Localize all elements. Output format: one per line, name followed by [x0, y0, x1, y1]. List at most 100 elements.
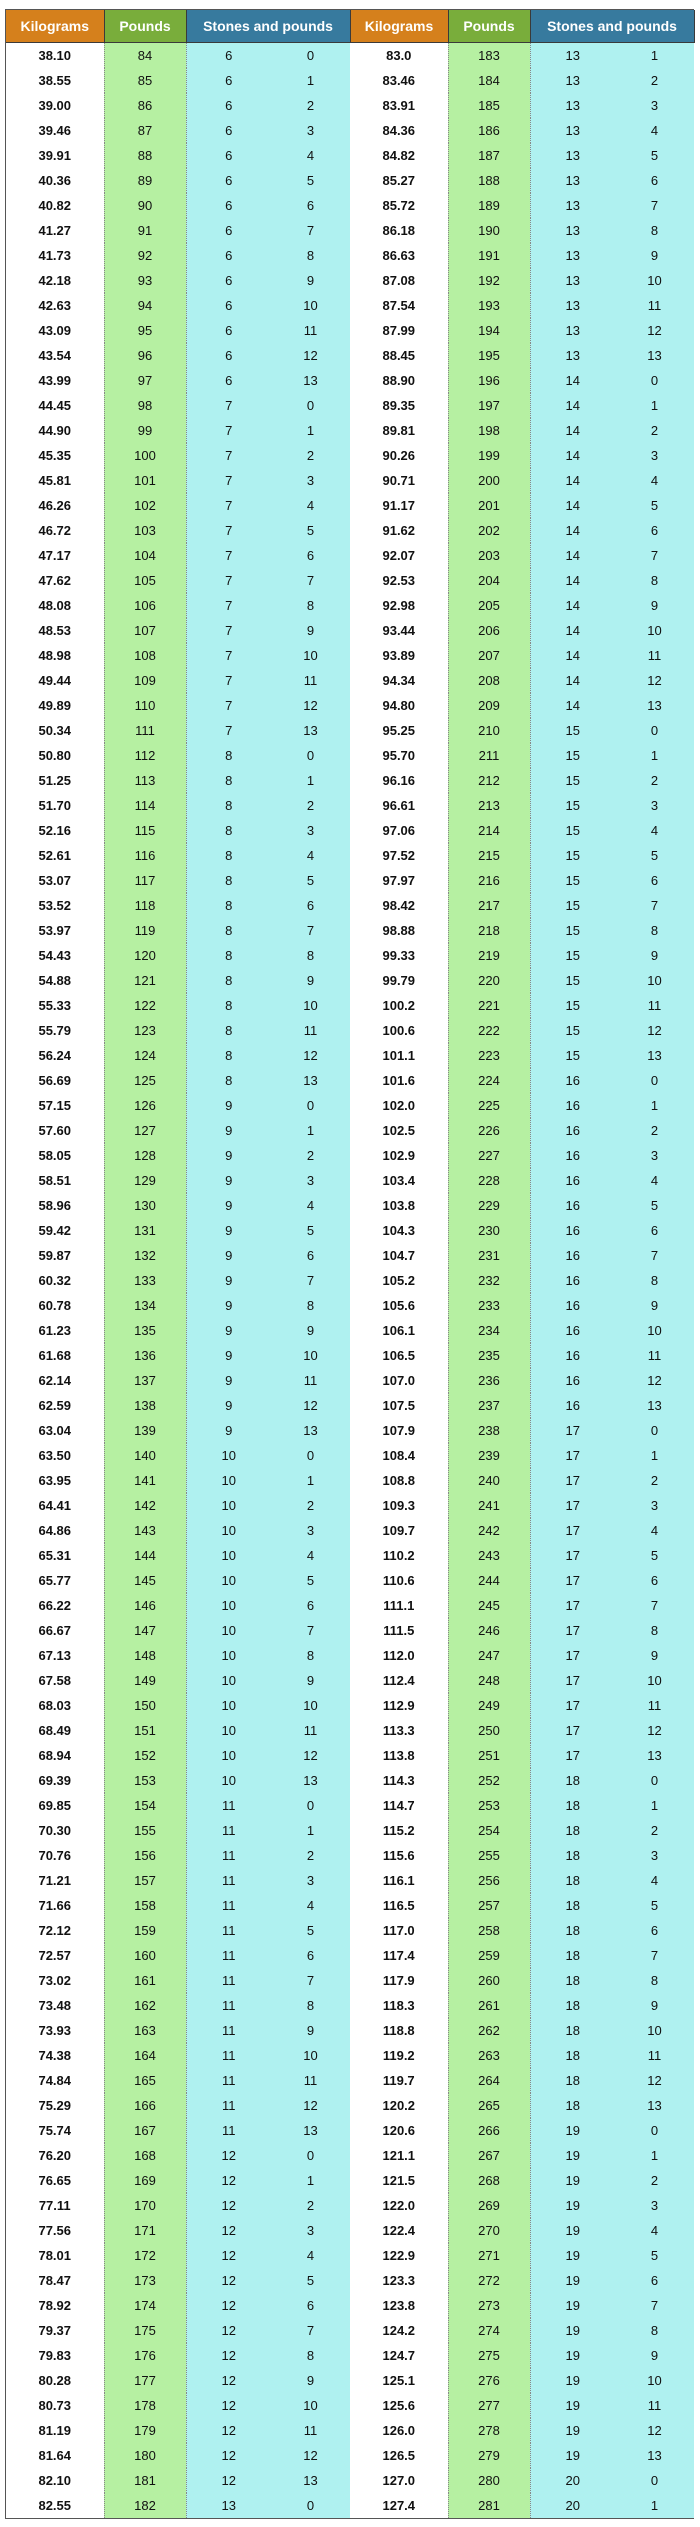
right-pounds-cell: 228: [448, 1168, 531, 1193]
left-kilograms-cell: 62.59: [6, 1393, 105, 1418]
right-remainder-pounds-cell: 1: [615, 2143, 695, 2168]
right-kilograms-cell: 96.61: [350, 793, 449, 818]
left-stones-cell: 12: [186, 2393, 271, 2418]
left-stones-cell: 9: [186, 1218, 271, 1243]
table-row: 77.11 170 12 2 122.0 269 19 3: [6, 2193, 695, 2218]
left-stones-cell: 10: [186, 1718, 271, 1743]
right-stones-cell: 16: [530, 1243, 616, 1268]
left-pounds-cell: 160: [104, 1943, 187, 1968]
right-stones-cell: 13: [530, 42, 616, 68]
left-pounds-cell: 179: [104, 2418, 187, 2443]
left-stones-cell: 6: [186, 168, 271, 193]
left-kilograms-cell: 81.19: [6, 2418, 105, 2443]
left-pounds-cell: 89: [104, 168, 187, 193]
left-kilograms-cell: 44.90: [6, 418, 105, 443]
right-kilograms-cell: 117.0: [350, 1918, 449, 1943]
left-kilograms-cell: 80.28: [6, 2368, 105, 2393]
left-stones-cell: 11: [186, 1893, 271, 1918]
left-kilograms-cell: 56.24: [6, 1043, 105, 1068]
right-stones-cell: 15: [530, 818, 616, 843]
left-remainder-pounds-cell: 0: [271, 393, 351, 418]
right-stones-cell: 16: [530, 1093, 616, 1118]
left-kilograms-cell: 59.42: [6, 1218, 105, 1243]
left-kilograms-cell: 68.49: [6, 1718, 105, 1743]
right-kilograms-cell: 87.54: [350, 293, 449, 318]
right-stones-cell: 19: [530, 2168, 616, 2193]
table-row: 39.91 88 6 4 84.82 187 13 5: [6, 143, 695, 168]
right-remainder-pounds-cell: 4: [615, 468, 695, 493]
right-kilograms-cell: 127.4: [350, 2493, 449, 2518]
right-pounds-cell: 215: [448, 843, 531, 868]
left-pounds-cell: 115: [104, 818, 187, 843]
right-stones-cell: 14: [530, 593, 616, 618]
left-stones-cell: 12: [186, 2268, 271, 2293]
right-pounds-cell: 270: [448, 2218, 531, 2243]
left-stones-cell: 10: [186, 1518, 271, 1543]
left-kilograms-cell: 43.99: [6, 368, 105, 393]
right-stones-cell: 14: [530, 518, 616, 543]
right-stones-cell: 14: [530, 618, 616, 643]
right-pounds-cell: 248: [448, 1668, 531, 1693]
left-kilograms-cell: 75.29: [6, 2093, 105, 2118]
right-remainder-pounds-cell: 1: [615, 1093, 695, 1118]
left-pounds-cell: 122: [104, 993, 187, 1018]
left-pounds-cell: 143: [104, 1518, 187, 1543]
right-remainder-pounds-cell: 8: [615, 2318, 695, 2343]
right-stones-cell: 18: [530, 1768, 616, 1793]
right-stones-cell: 17: [530, 1418, 616, 1443]
right-kilograms-cell: 104.7: [350, 1243, 449, 1268]
table-row: 52.61 116 8 4 97.52 215 15 5: [6, 843, 695, 868]
left-remainder-pounds-cell: 3: [271, 2218, 351, 2243]
left-pounds-cell: 100: [104, 443, 187, 468]
left-kilograms-cell: 65.31: [6, 1543, 105, 1568]
left-pounds-cell: 168: [104, 2143, 187, 2168]
right-stones-cell: 17: [530, 1593, 616, 1618]
right-stones-cell: 14: [530, 468, 616, 493]
table-row: 78.01 172 12 4 122.9 271 19 5: [6, 2243, 695, 2268]
right-stones-cell: 16: [530, 1118, 616, 1143]
left-pounds-cell: 141: [104, 1468, 187, 1493]
left-stones-cell: 9: [186, 1318, 271, 1343]
left-kilograms-cell: 63.95: [6, 1468, 105, 1493]
left-kilograms-cell: 81.64: [6, 2443, 105, 2468]
left-stones-cell: 11: [186, 1993, 271, 2018]
left-remainder-pounds-cell: 4: [271, 143, 351, 168]
left-stones-cell: 9: [186, 1143, 271, 1168]
table-row: 70.76 156 11 2 115.6 255 18 3: [6, 1843, 695, 1868]
left-stones-cell: 10: [186, 1693, 271, 1718]
left-stones-cell: 6: [186, 118, 271, 143]
left-remainder-pounds-cell: 6: [271, 1593, 351, 1618]
right-kilograms-cell: 92.98: [350, 593, 449, 618]
table-row: 71.21 157 11 3 116.1 256 18 4: [6, 1868, 695, 1893]
left-kilograms-cell: 80.73: [6, 2393, 105, 2418]
right-pounds-cell: 275: [448, 2343, 531, 2368]
left-kilograms-cell: 50.80: [6, 743, 105, 768]
left-remainder-pounds-cell: 0: [271, 743, 351, 768]
table-row: 53.52 118 8 6 98.42 217 15 7: [6, 893, 695, 918]
left-remainder-pounds-cell: 13: [271, 2468, 351, 2493]
left-remainder-pounds-cell: 9: [271, 268, 351, 293]
table-body: 38.10 84 6 0 83.0 183 13 1 38.55 85 6 1 83.46 184 13 2 3…: [6, 42, 695, 2518]
left-pounds-cell: 95: [104, 318, 187, 343]
left-pounds-cell: 85: [104, 68, 187, 93]
right-stones-cell: 14: [530, 693, 616, 718]
left-pounds-cell: 169: [104, 2168, 187, 2193]
left-pounds-cell: 174: [104, 2293, 187, 2318]
right-remainder-pounds-cell: 4: [615, 1868, 695, 1893]
right-kilograms-cell: 125.6: [350, 2393, 449, 2418]
right-pounds-cell: 221: [448, 993, 531, 1018]
right-remainder-pounds-cell: 9: [615, 1993, 695, 2018]
right-remainder-pounds-cell: 10: [615, 618, 695, 643]
left-pounds-cell: 136: [104, 1343, 187, 1368]
right-remainder-pounds-cell: 5: [615, 1193, 695, 1218]
left-stones-cell: 9: [186, 1168, 271, 1193]
right-stones-cell: 13: [530, 243, 616, 268]
right-remainder-pounds-cell: 1: [615, 1793, 695, 1818]
right-remainder-pounds-cell: 6: [615, 868, 695, 893]
right-stones-cell: 15: [530, 893, 616, 918]
table-row: 54.88 121 8 9 99.79 220 15 10: [6, 968, 695, 993]
table-row: 43.09 95 6 11 87.99 194 13 12: [6, 318, 695, 343]
left-pounds-cell: 159: [104, 1918, 187, 1943]
left-stones-cell: 11: [186, 2043, 271, 2068]
table-row: 38.10 84 6 0 83.0 183 13 1: [6, 42, 695, 68]
